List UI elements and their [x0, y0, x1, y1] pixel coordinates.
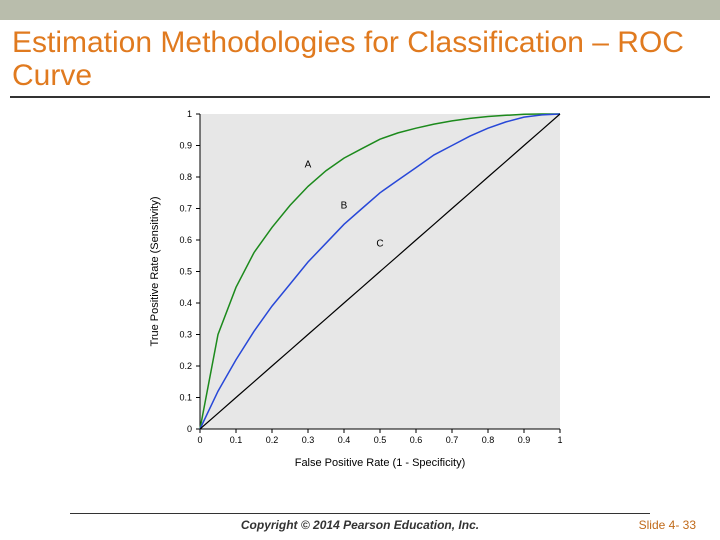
svg-text:0.8: 0.8 [482, 435, 495, 445]
svg-text:0: 0 [197, 435, 202, 445]
svg-text:0.6: 0.6 [179, 235, 192, 245]
svg-text:0.5: 0.5 [179, 267, 192, 277]
title-rule [10, 96, 710, 98]
svg-text:0.8: 0.8 [179, 172, 192, 182]
svg-text:0.1: 0.1 [179, 393, 192, 403]
svg-text:0.5: 0.5 [374, 435, 387, 445]
svg-text:0.1: 0.1 [230, 435, 243, 445]
svg-text:0.2: 0.2 [266, 435, 279, 445]
svg-text:A: A [305, 160, 312, 171]
svg-text:0.4: 0.4 [338, 435, 351, 445]
svg-text:0.6: 0.6 [410, 435, 423, 445]
roc-chart: 0 0.1 0.2 0.3 0.4 0.5 0.6 0.7 0.8 0.9 1 0 0.1 0.2 0.3 0… [0, 104, 720, 474]
slide-footer: Copyright © 2014 Pearson Education, Inc.… [0, 507, 720, 532]
svg-text:True Positive Rate (Sensitivit: True Positive Rate (Sensitivity) [149, 197, 161, 347]
copyright-text: Copyright © 2014 Pearson Education, Inc. [0, 518, 720, 532]
svg-text:0.3: 0.3 [179, 330, 192, 340]
footer-rule [70, 513, 650, 514]
svg-text:0: 0 [187, 424, 192, 434]
svg-text:B: B [341, 201, 348, 212]
roc-chart-svg: 0 0.1 0.2 0.3 0.4 0.5 0.6 0.7 0.8 0.9 1 0 0.1 0.2 0.3 0… [140, 104, 580, 474]
svg-text:1: 1 [187, 109, 192, 119]
svg-text:0.9: 0.9 [179, 141, 192, 151]
svg-text:0.7: 0.7 [179, 204, 192, 214]
svg-text:0.9: 0.9 [518, 435, 531, 445]
svg-text:0.4: 0.4 [179, 298, 192, 308]
svg-text:1: 1 [557, 435, 562, 445]
slide-top-band [0, 0, 720, 20]
slide-number: Slide 4- 33 [639, 518, 696, 532]
svg-text:0.7: 0.7 [446, 435, 459, 445]
svg-text:False Positive Rate (1 - Speci: False Positive Rate (1 - Specificity) [295, 457, 466, 469]
svg-text:0.3: 0.3 [302, 435, 315, 445]
svg-text:C: C [376, 238, 383, 249]
slide-title: Estimation Methodologies for Classificat… [0, 20, 720, 94]
svg-text:0.2: 0.2 [179, 361, 192, 371]
